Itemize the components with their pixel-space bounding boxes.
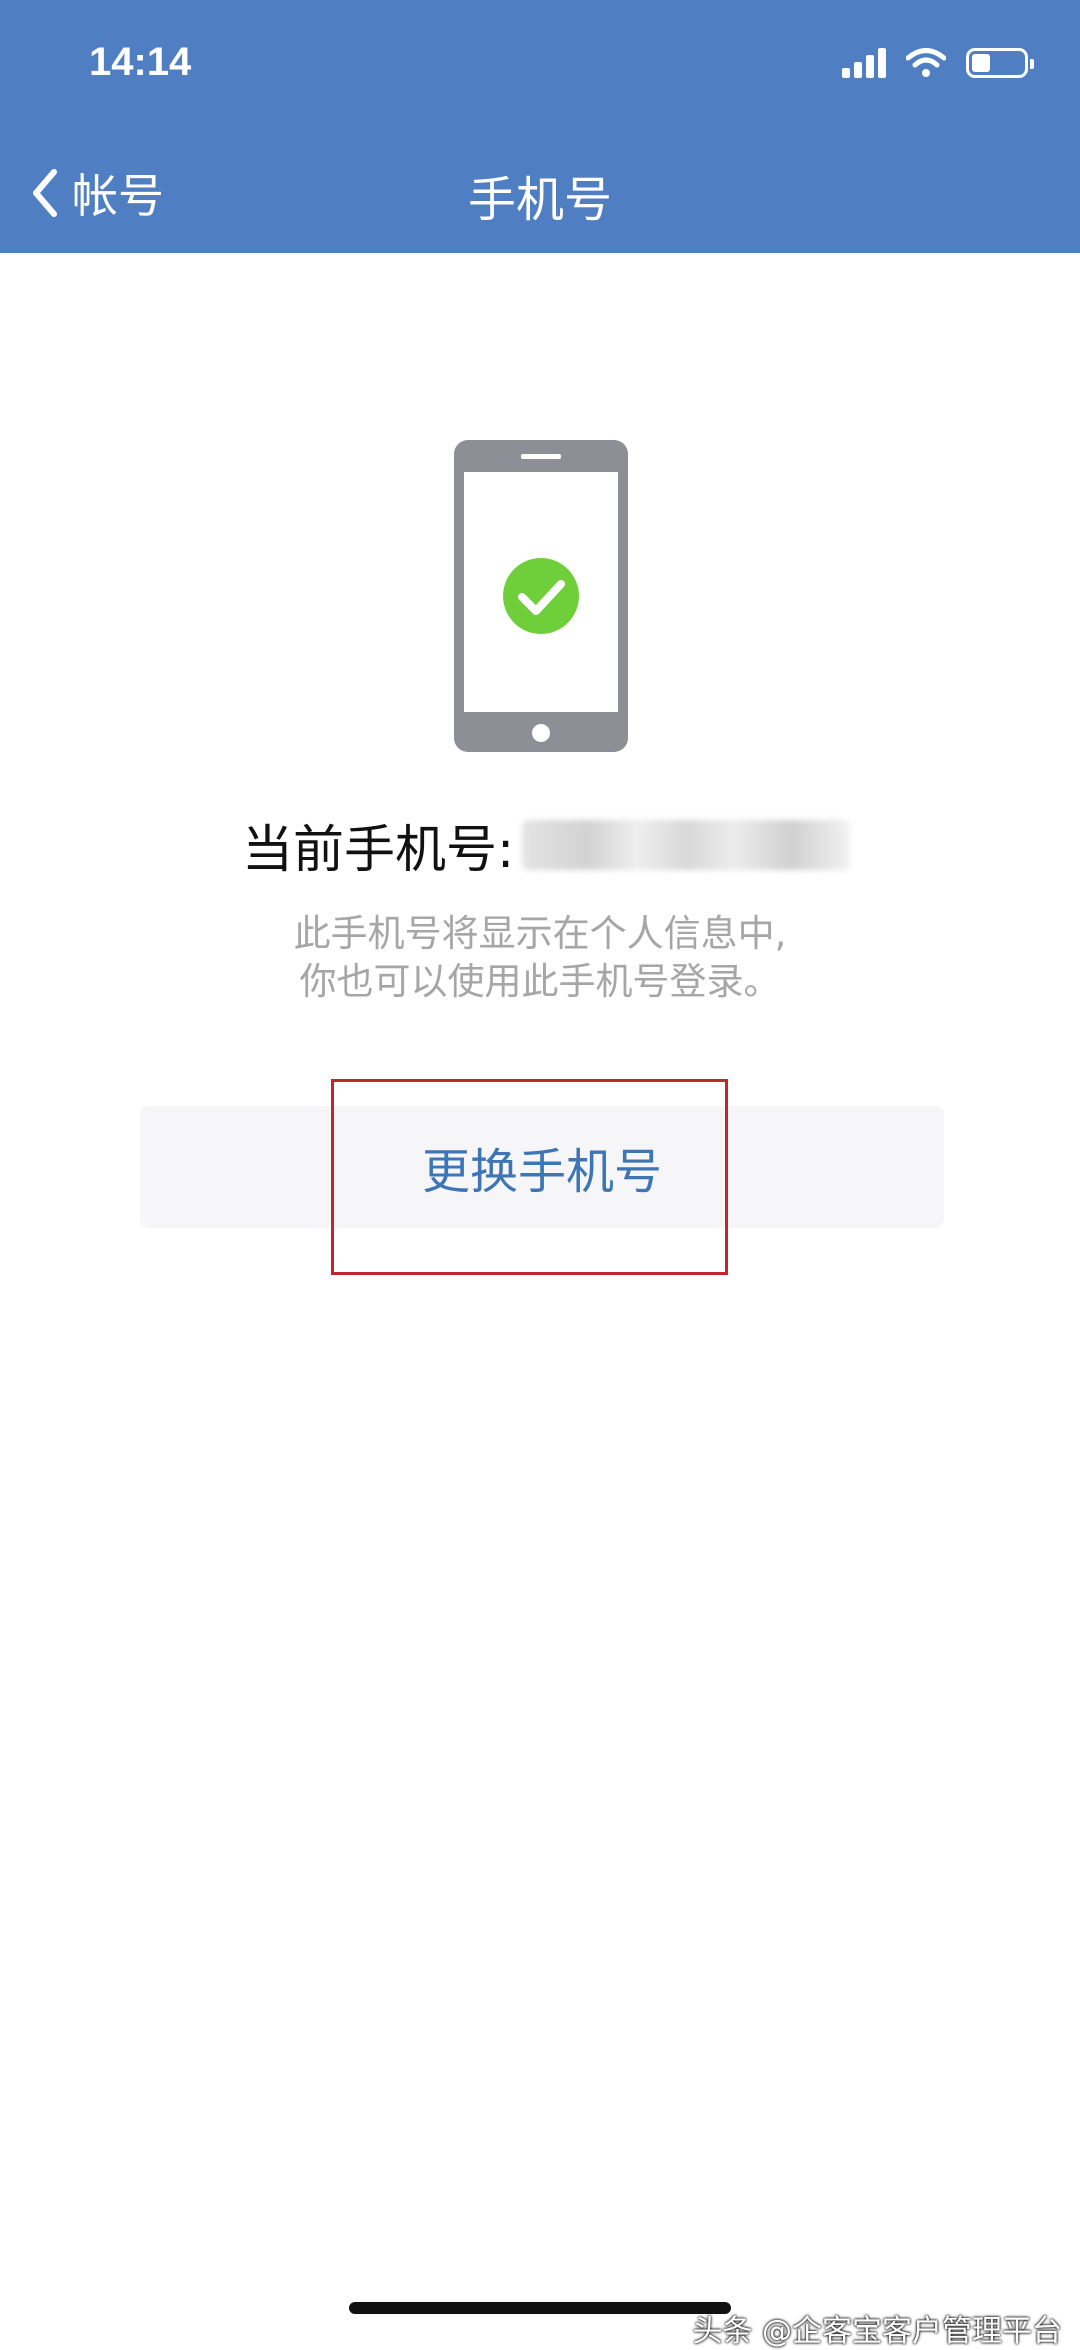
battery-icon (966, 48, 1034, 78)
top-header: 14:14 帐号 手机号 (0, 0, 1080, 253)
back-label: 帐号 (72, 169, 164, 223)
description-line-1: 此手机号将显示在个人信息中, (293, 912, 787, 955)
change-phone-button[interactable]: 更换手机号 (140, 1106, 944, 1228)
check-circle-icon (503, 558, 579, 634)
status-icons (842, 48, 1034, 78)
smartphone-icon (454, 440, 628, 756)
watermark-text: 头条 @企客宝客户管理平台 (692, 2314, 1062, 2349)
home-indicator[interactable] (349, 2302, 731, 2314)
description-line-2: 你也可以使用此手机号登录。 (299, 960, 781, 1003)
change-phone-label: 更换手机号 (421, 1144, 662, 1200)
status-time: 14:14 (89, 40, 192, 84)
current-phone-label: 当前手机号: (242, 821, 515, 880)
cellular-signal-icon (842, 48, 886, 78)
current-phone-row: 当前手机号: (242, 808, 851, 882)
masked-phone-number (522, 820, 851, 870)
description: 此手机号将显示在个人信息中, 你也可以使用此手机号登录。 (0, 910, 1080, 1006)
chevron-left-icon (33, 169, 57, 217)
wifi-icon (906, 48, 946, 77)
back-button[interactable]: 帐号 (30, 160, 164, 226)
